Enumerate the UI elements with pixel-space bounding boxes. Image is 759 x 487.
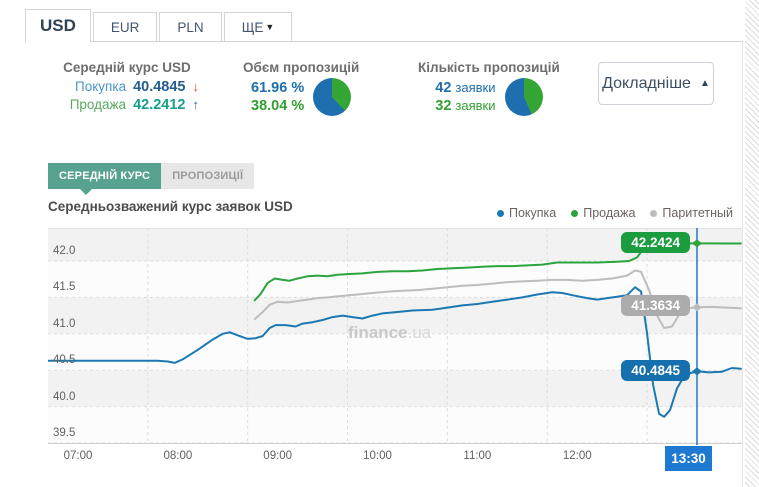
x-tick-label: 09:00 — [263, 450, 292, 462]
count-title: Кількість пропозицій — [418, 60, 560, 75]
count-sell: 32 заявки — [435, 97, 495, 115]
page-edge-hatch — [745, 0, 759, 487]
buy-value-badge: 40.4845 — [621, 360, 690, 381]
volume-sell-pct: 38.04 % — [251, 97, 304, 115]
x-tick-label: 07:00 — [64, 450, 93, 462]
count-buy: 42 заявки — [435, 79, 495, 97]
currency-tabbar: USD EUR PLN ЩЕ ▼ — [25, 9, 294, 42]
avg-sell-row: Продажа 42.2412 ↑ — [55, 96, 199, 114]
parity-dot-icon — [650, 210, 657, 217]
volume-pie-chart — [313, 78, 351, 116]
tab-more-label: ЩЕ — [242, 20, 264, 35]
tab-eur[interactable]: EUR — [93, 12, 158, 42]
legend-item-buy[interactable]: Покупка — [497, 206, 556, 220]
x-tick-label: 08:00 — [163, 450, 192, 462]
chart-legend: Покупка Продажа Паритетный — [497, 206, 733, 220]
avg-buy-row: Покупка 40.4845 ↓ — [55, 78, 199, 96]
avg-rate-block: Середній курс USD Покупка 40.4845 ↓ Прод… — [55, 60, 199, 114]
chart-title: Середньозважений курс заявок USD — [48, 199, 293, 214]
view-tabbar: СЕРЕДНІЙ КУРС ПРОПОЗИЦІЇ — [48, 163, 254, 189]
legend-item-parity[interactable]: Паритетный — [650, 206, 733, 220]
count-pie-chart — [505, 78, 543, 116]
sell-value: 42.2412 — [133, 97, 185, 114]
x-tick-label: 11:00 — [463, 450, 491, 462]
details-button-label: Докладніше — [602, 75, 691, 93]
buy-dot-icon — [497, 210, 504, 217]
chevron-up-icon: ▲ — [700, 78, 710, 89]
x-tick-label: 10:00 — [363, 450, 392, 462]
details-button[interactable]: Докладніше ▲ — [598, 62, 714, 105]
panel-right-border — [742, 41, 743, 487]
count-block: Кількість пропозицій 42 заявки 32 заявки — [418, 60, 560, 116]
volume-title: Обєм пропозицій — [243, 60, 359, 75]
sell-dot-icon — [571, 210, 578, 217]
arrow-up-icon: ↑ — [193, 96, 200, 113]
parity-value-badge: 41.3634 — [621, 295, 690, 316]
y-tick-label: 42.0 — [53, 245, 75, 257]
sell-value-badge: 42.2424 — [621, 232, 690, 253]
y-tick-label: 41.5 — [53, 281, 75, 293]
tab-usd-label: USD — [40, 16, 76, 36]
y-tick-label: 40.5 — [53, 354, 75, 366]
arrow-down-icon: ↓ — [193, 78, 200, 95]
crosshair-time-badge: 13:30 — [665, 446, 712, 471]
buy-value: 40.4845 — [133, 79, 185, 96]
rates-line-chart[interactable]: 39.540.040.541.041.542.0 07:0008:0009:00… — [48, 228, 742, 445]
tab-more[interactable]: ЩЕ ▼ — [224, 12, 293, 42]
y-tick-label: 41.0 — [53, 318, 75, 330]
x-tick-label: 12:00 — [563, 450, 592, 462]
legend-item-sell[interactable]: Продажа — [571, 206, 635, 220]
volume-buy-pct: 61.96 % — [251, 79, 304, 97]
watermark: finance.ua — [348, 323, 431, 343]
buy-label: Покупка — [75, 78, 126, 95]
tab-pln-label: PLN — [177, 20, 203, 35]
sell-label: Продажа — [70, 96, 126, 113]
tab-usd[interactable]: USD — [25, 9, 91, 42]
chevron-down-icon: ▼ — [265, 22, 274, 32]
y-tick-label: 39.5 — [53, 427, 75, 439]
y-tick-label: 40.0 — [53, 391, 75, 403]
tab-average-rate[interactable]: СЕРЕДНІЙ КУРС — [48, 163, 161, 189]
tab-eur-label: EUR — [111, 20, 140, 35]
tab-pln[interactable]: PLN — [159, 12, 221, 42]
volume-block: Обєм пропозицій 61.96 % 38.04 % — [243, 60, 359, 116]
avg-rate-title: Середній курс USD — [55, 60, 199, 75]
tab-offers[interactable]: ПРОПОЗИЦІЇ — [161, 163, 254, 189]
